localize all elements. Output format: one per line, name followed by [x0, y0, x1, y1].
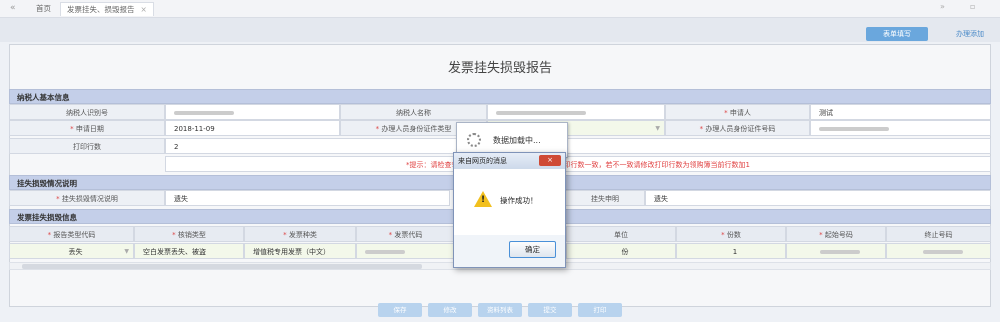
print-count-field[interactable]: 2 [165, 138, 991, 154]
loss-desc-field[interactable]: 遗失 [165, 190, 450, 206]
masked-value [365, 250, 405, 254]
masked-value [174, 111, 234, 115]
message-dialog: 来自网页的消息 × 操作成功！ 确定 [453, 152, 566, 268]
col-header-end-no: 终止号码 [886, 226, 991, 242]
cancel-type-select[interactable]: 空白发票丢失、被盗 [134, 243, 244, 259]
invoice-kind-select[interactable]: 增值税专用发票（中文） [244, 243, 356, 259]
count-field[interactable]: 1 [676, 243, 786, 259]
loading-spinner-icon [467, 133, 481, 147]
masked-value [819, 127, 889, 131]
loss-desc-label: * 挂失损毁情况说明 [9, 190, 165, 206]
id-number-field[interactable] [810, 120, 991, 136]
report-type-select[interactable]: 丢失 ▼ [9, 243, 134, 259]
applicant-field[interactable]: 测试 [810, 104, 991, 120]
tab-home[interactable]: 首页 [30, 2, 57, 16]
edit-button[interactable]: 修改 [428, 303, 472, 317]
submit-button[interactable]: 提交 [528, 303, 572, 317]
nav-forward-icon[interactable]: » [940, 2, 945, 11]
apply-date-field[interactable]: 2018-11-09 [165, 120, 340, 136]
page-title: 发票挂失损毁报告 [447, 61, 552, 76]
print-hint-text: *提示：请检查领购簿打印行数是否与领购簿上的打印行数一致，若不一致请修改打印行数… [165, 156, 991, 172]
masked-value [496, 111, 586, 115]
print-count-label: 打印行数 [9, 138, 165, 154]
taxpayer-name-label: 纳税人名称 [340, 104, 487, 120]
taxpayer-id-label: 纳税人识别号 [9, 104, 165, 120]
applicant-label: * 申请人 [665, 104, 810, 120]
chevron-down-icon: ▼ [124, 248, 129, 255]
loading-text: 数据加载中... [493, 136, 541, 145]
col-header-invoice-kind: * 发票种类 [244, 226, 356, 242]
taxpayer-section-header: 纳税人基本信息 [9, 89, 991, 104]
apply-date-label: * 申请日期 [9, 120, 165, 136]
handle-add-button[interactable]: 办理添加 [942, 27, 998, 41]
masked-value [820, 250, 860, 254]
col-header-unit: 单位 [566, 226, 676, 242]
tab-close-icon[interactable]: × [141, 5, 147, 14]
print-button[interactable]: 打印 [578, 303, 622, 317]
start-number-field[interactable] [786, 243, 886, 259]
chevron-down-icon: ▼ [655, 125, 660, 132]
attachment-list-button[interactable]: 资料列表 [478, 303, 522, 317]
col-header-invoice-code: * 发票代码 [356, 226, 455, 242]
nav-back-icon[interactable]: « [10, 3, 16, 13]
col-header-start-no: * 起始号码 [786, 226, 886, 242]
unit-field[interactable]: 份 [566, 243, 676, 259]
taxpayer-id-field[interactable] [165, 104, 340, 120]
loss-statement-field[interactable]: 遗失 [645, 190, 991, 206]
id-number-label: * 办理人员身份证件号码 [665, 120, 810, 136]
tab-bar: « 首页 发票挂失、损毁报告 × » ▫ [0, 0, 1000, 18]
col-header-report-type: * 报告类型代码 [9, 226, 134, 242]
scrollbar-thumb[interactable] [22, 264, 422, 269]
tab-label: 发票挂失、损毁报告 [67, 5, 135, 14]
tab-invoice-report[interactable]: 发票挂失、损毁报告 × [60, 2, 154, 16]
save-button[interactable]: 保存 [378, 303, 422, 317]
dialog-message: 操作成功！ [500, 196, 538, 205]
col-header-count: * 份数 [676, 226, 786, 242]
loss-statement-label: 挂失申明 [565, 190, 645, 206]
masked-value [922, 250, 963, 254]
toolbar-strip [0, 18, 1000, 42]
dialog-ok-button[interactable]: 确定 [509, 241, 556, 258]
dialog-close-button[interactable]: × [539, 155, 561, 166]
restore-icon[interactable]: ▫ [970, 2, 975, 11]
form-fill-button[interactable]: 表单填写 [866, 27, 928, 41]
dialog-body: 操作成功！ [454, 169, 565, 235]
col-header-cancel-type: * 核销类型 [134, 226, 244, 242]
invoice-code-field[interactable] [356, 243, 455, 259]
warning-icon [474, 191, 492, 207]
end-number-field[interactable] [886, 243, 991, 259]
taxpayer-name-field[interactable] [487, 104, 665, 120]
